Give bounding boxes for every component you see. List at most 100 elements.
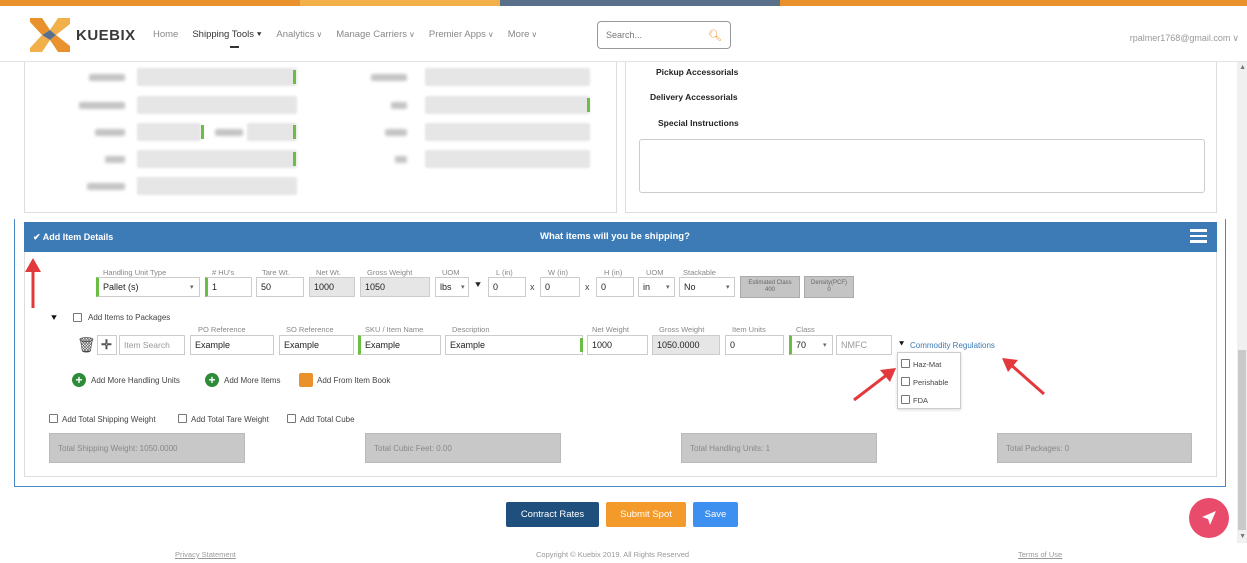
- nav-manage-carriers[interactable]: Manage Carriers ∨: [336, 29, 415, 40]
- hus-input[interactable]: 1: [205, 277, 252, 297]
- terms-of-use-link[interactable]: Terms of Use: [1018, 550, 1062, 559]
- blurred-field[interactable]: [137, 177, 297, 195]
- nav-premier-apps[interactable]: Premier Apps ∨: [429, 29, 494, 40]
- add-circle-icon[interactable]: +: [72, 373, 86, 387]
- total-packages: Total Packages: 0: [997, 433, 1192, 463]
- blurred-label: [385, 129, 407, 136]
- user-email: rpalmer1768@gmail.com: [1129, 33, 1231, 43]
- nav-analytics[interactable]: Analytics ∨: [276, 29, 322, 40]
- pickup-accessorials-label[interactable]: Pickup Accessorials: [656, 67, 738, 77]
- add-items-to-packages-checkbox[interactable]: [73, 313, 82, 322]
- stackable-value: No: [684, 282, 696, 292]
- width-input[interactable]: 0: [540, 277, 580, 297]
- add-item-details-toggle[interactable]: ✔ Add Item Details: [33, 232, 113, 243]
- blurred-field[interactable]: [137, 123, 201, 141]
- length-input[interactable]: 0: [488, 277, 526, 297]
- chevron-down-icon: ∨: [316, 29, 323, 39]
- delivery-accessorials-label[interactable]: Delivery Accessorials: [650, 92, 738, 102]
- nav-premier-apps-label: Premier Apps: [428, 28, 486, 40]
- user-menu[interactable]: rpalmer1768@gmail.com ∨: [1130, 33, 1239, 44]
- add-more-items-link[interactable]: Add More Items: [224, 376, 280, 385]
- blurred-field[interactable]: [137, 68, 297, 86]
- length-value: 0: [493, 282, 499, 292]
- save-button[interactable]: Save: [693, 502, 738, 527]
- hamburger-menu-icon[interactable]: [1190, 229, 1207, 243]
- blurred-label: [215, 129, 243, 136]
- height-value: 0: [601, 282, 607, 292]
- haz-mat-checkbox[interactable]: [901, 359, 910, 368]
- special-instructions-textarea[interactable]: [639, 139, 1205, 193]
- item-book-icon[interactable]: [299, 373, 313, 387]
- blurred-label: [95, 129, 125, 136]
- kuebix-logo[interactable]: KUEBIX: [28, 16, 136, 54]
- add-from-item-book-link[interactable]: Add From Item Book: [317, 376, 390, 385]
- collapse-icon[interactable]: ⯆: [50, 313, 58, 324]
- blurred-field[interactable]: [247, 123, 297, 141]
- density-label: Density(PCF): [810, 280, 847, 286]
- chevron-down-icon: ▾: [461, 284, 465, 291]
- valid-marker: [293, 152, 296, 166]
- net-weight-input[interactable]: 1000: [587, 335, 648, 355]
- item-units-input[interactable]: 0: [725, 335, 784, 355]
- fda-checkbox[interactable]: [901, 395, 910, 404]
- add-total-shipping-weight-label: Add Total Shipping Weight: [62, 415, 156, 424]
- col-po-reference: PO Reference: [198, 325, 246, 334]
- item-units-value: 0: [730, 340, 736, 350]
- blurred-field[interactable]: [425, 150, 590, 168]
- so-reference-input[interactable]: Example: [279, 335, 354, 355]
- add-total-cube-checkbox[interactable]: [287, 414, 296, 423]
- col-tare-wt: Tare Wt.: [262, 268, 290, 277]
- blurred-label: [87, 183, 125, 190]
- blurred-field[interactable]: [425, 68, 590, 86]
- blurred-field[interactable]: [425, 123, 590, 141]
- item-search-input[interactable]: Item Search: [119, 335, 185, 355]
- brand-name: KUEBIX: [76, 26, 136, 44]
- total-cubic-feet-text: Total Cubic Feet: 0.00: [374, 443, 452, 453]
- total-shipping-weight: Total Shipping Weight: 1050.0000: [49, 433, 245, 463]
- item-details-header: ✔ Add Item Details What items will you b…: [24, 222, 1217, 252]
- perishable-checkbox[interactable]: [901, 377, 910, 386]
- nav-home[interactable]: Home: [153, 29, 178, 40]
- sku-input[interactable]: Example: [358, 335, 441, 355]
- annotation-arrow-regulations: [1002, 358, 1045, 396]
- expand-dims-icon[interactable]: ⯆: [474, 280, 482, 291]
- trash-icon[interactable]: 🗑︎: [77, 336, 96, 354]
- item-search-placeholder: Item Search: [124, 340, 170, 350]
- nav-more[interactable]: More ∨: [508, 29, 538, 40]
- blurred-field[interactable]: [137, 150, 297, 168]
- scroll-down-icon[interactable]: ▼: [1239, 533, 1246, 540]
- chevron-down-icon: ▾: [190, 284, 194, 291]
- scroll-up-icon[interactable]: ▲: [1239, 64, 1246, 71]
- privacy-statement-link[interactable]: Privacy Statement: [175, 550, 236, 559]
- contract-rates-button[interactable]: Contract Rates: [506, 502, 599, 527]
- width-value: 0: [545, 282, 551, 292]
- uom-value: lbs: [440, 282, 452, 292]
- search-icon[interactable]: 🔍︎: [708, 29, 722, 42]
- description-input[interactable]: Example: [445, 335, 583, 355]
- add-total-tare-weight-label: Add Total Tare Weight: [191, 415, 269, 424]
- chevron-down-icon[interactable]: ⯆: [898, 339, 905, 350]
- blurred-label: [391, 102, 407, 109]
- add-total-shipping-weight-checkbox[interactable]: [49, 414, 58, 423]
- total-handling-units-text: Total Handling Units: 1: [690, 443, 771, 453]
- tare-wt-input[interactable]: 50: [256, 277, 304, 297]
- po-reference-input[interactable]: Example: [190, 335, 274, 355]
- add-more-handling-units-link[interactable]: Add More Handling Units: [91, 376, 180, 385]
- drag-move-icon[interactable]: ✛: [97, 335, 117, 355]
- handling-unit-type-select[interactable]: Pallet (s): [96, 277, 200, 297]
- nmfc-input[interactable]: NMFC: [836, 335, 892, 355]
- scrollbar-thumb[interactable]: [1238, 350, 1246, 530]
- help-chat-button[interactable]: [1189, 498, 1229, 538]
- submit-spot-button[interactable]: Submit Spot: [606, 502, 686, 527]
- perishable-label: Perishable: [913, 378, 949, 387]
- blurred-field[interactable]: [425, 96, 590, 114]
- add-total-tare-weight-checkbox[interactable]: [178, 414, 187, 423]
- page-footer: Privacy Statement Copyright © Kuebix 201…: [0, 545, 1247, 563]
- nav-shipping-tools[interactable]: Shipping Tools ⯆: [192, 29, 262, 40]
- blurred-field[interactable]: [137, 96, 297, 114]
- add-circle-icon[interactable]: +: [205, 373, 219, 387]
- height-input[interactable]: 0: [596, 277, 634, 297]
- commodity-regulations-link[interactable]: Commodity Regulations: [910, 341, 995, 350]
- search-input[interactable]: Search... 🔍︎: [597, 21, 731, 49]
- class-value: 70: [796, 340, 807, 350]
